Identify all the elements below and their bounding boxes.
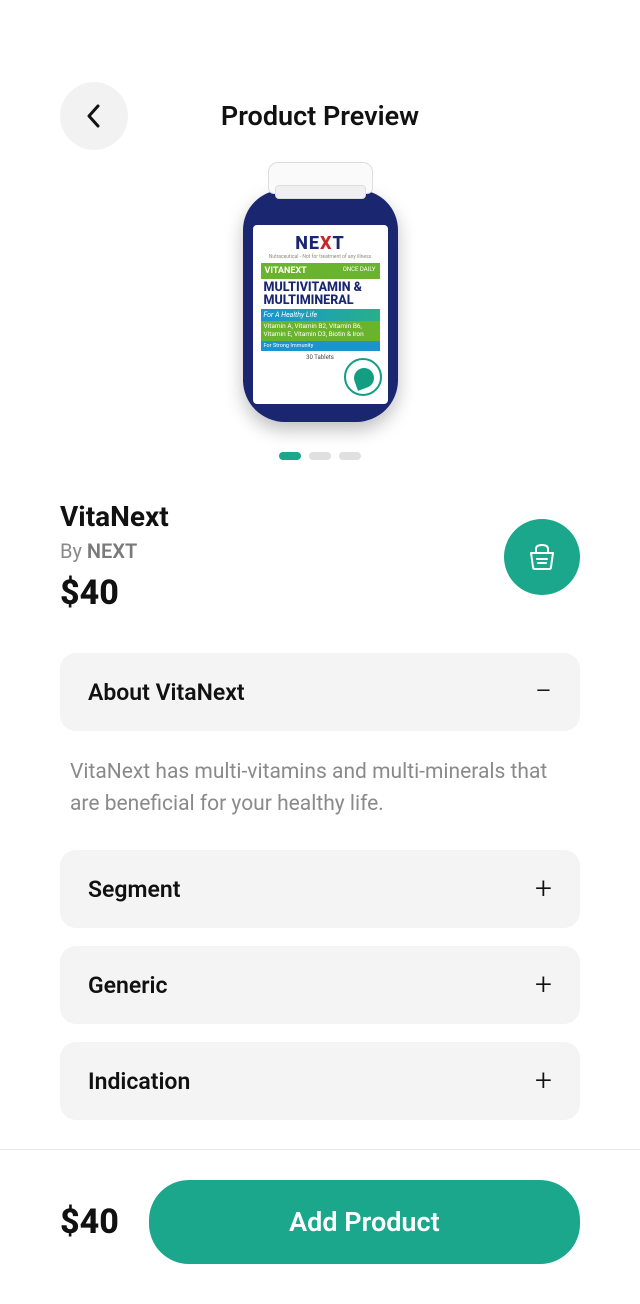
accordion-indication[interactable]: Indication + bbox=[60, 1042, 580, 1120]
plus-icon: + bbox=[535, 970, 552, 1000]
pagination-dot[interactable] bbox=[309, 452, 331, 460]
product-brand: By NEXT bbox=[60, 539, 169, 563]
minus-icon: − bbox=[535, 677, 552, 707]
accordion-title: About VitaNext bbox=[88, 679, 245, 706]
basket-icon bbox=[526, 541, 558, 573]
plus-icon: + bbox=[535, 1066, 552, 1096]
accordion-segment[interactable]: Segment + bbox=[60, 850, 580, 928]
chevron-left-icon bbox=[84, 103, 104, 129]
product-price: $40 bbox=[60, 573, 169, 613]
page-title: Product Preview bbox=[60, 100, 580, 132]
add-to-basket-button[interactable] bbox=[504, 519, 580, 595]
accordion-title: Generic bbox=[88, 972, 168, 999]
bottom-price: $40 bbox=[60, 1202, 119, 1242]
product-name: VitaNext bbox=[60, 500, 169, 533]
accordion-generic[interactable]: Generic + bbox=[60, 946, 580, 1024]
accordion-title: Segment bbox=[88, 876, 180, 903]
accordion-about[interactable]: About VitaNext − bbox=[60, 653, 580, 731]
image-pagination[interactable] bbox=[60, 452, 580, 460]
add-product-button[interactable]: Add Product bbox=[149, 1180, 580, 1264]
pagination-dot[interactable] bbox=[339, 452, 361, 460]
bottom-bar: $40 Add Product bbox=[0, 1149, 640, 1304]
plus-icon: + bbox=[535, 874, 552, 904]
accordion-content: VitaNext has multi-vitamins and multi-mi… bbox=[60, 757, 580, 820]
product-image: NEXT Nutraceutical - Not for treatment o… bbox=[60, 162, 580, 432]
back-button[interactable] bbox=[60, 82, 128, 150]
header: Product Preview bbox=[60, 0, 580, 132]
accordion-title: Indication bbox=[88, 1068, 190, 1095]
pagination-dot[interactable] bbox=[279, 452, 301, 460]
